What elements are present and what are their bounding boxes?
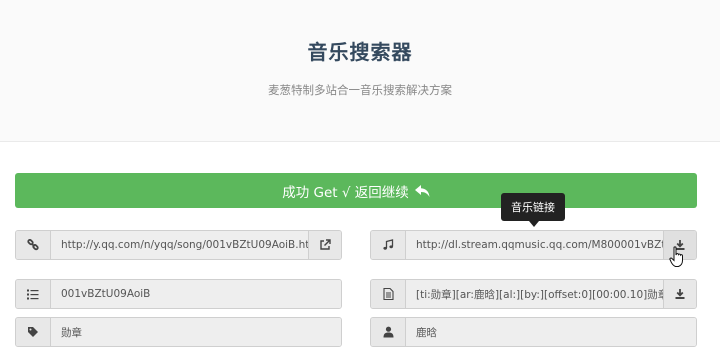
lyrics-field[interactable]: [ti:勋章][ar:鹿晗][al:][by:][offset:0][00:00… bbox=[406, 280, 663, 308]
artist-group: 鹿晗 bbox=[370, 317, 697, 347]
download-icon bbox=[675, 289, 685, 299]
song-id-group: 001vBZtU09AoiB bbox=[15, 279, 342, 309]
music-link-tooltip: 音乐链接 bbox=[501, 193, 565, 221]
song-link-group: http://y.qq.com/n/yqq/song/001vBZtU09Aoi… bbox=[15, 230, 342, 260]
page-header: 音乐搜索器 麦葱特制多站合一音乐搜索解决方案 bbox=[0, 0, 720, 142]
music-link-group: http://dl.stream.qqmusic.qq.com/M800001v… bbox=[370, 230, 697, 260]
lyrics-group: [ti:勋章][ar:鹿晗][al:][by:][offset:0][00:00… bbox=[370, 279, 697, 309]
success-button-label: 成功 Get √ 返回继续 bbox=[282, 184, 409, 201]
song-title-field[interactable]: 勋章 bbox=[51, 318, 341, 346]
song-title-group: 勋章 bbox=[15, 317, 342, 347]
song-link-field[interactable]: http://y.qq.com/n/yqq/song/001vBZtU09Aoi… bbox=[51, 231, 308, 259]
link-icon bbox=[16, 231, 51, 259]
download-lyrics-button[interactable] bbox=[663, 280, 696, 308]
success-return-button[interactable]: 成功 Get √ 返回继续 bbox=[15, 173, 697, 208]
page-title: 音乐搜索器 bbox=[307, 40, 413, 64]
artist-field[interactable]: 鹿晗 bbox=[406, 318, 696, 346]
hand-cursor-icon bbox=[669, 246, 683, 267]
music-icon bbox=[371, 231, 406, 259]
reply-icon bbox=[414, 184, 430, 197]
user-icon bbox=[371, 318, 406, 346]
page-subtitle: 麦葱特制多站合一音乐搜索解决方案 bbox=[268, 83, 452, 97]
open-external-button[interactable] bbox=[308, 231, 341, 259]
tooltip-arrow bbox=[529, 221, 539, 227]
list-icon bbox=[16, 280, 51, 308]
song-id-field[interactable]: 001vBZtU09AoiB bbox=[51, 280, 341, 308]
external-link-icon bbox=[320, 239, 331, 250]
tag-icon bbox=[16, 318, 51, 346]
file-icon bbox=[371, 280, 406, 308]
music-link-field[interactable]: http://dl.stream.qqmusic.qq.com/M800001v… bbox=[406, 231, 663, 259]
